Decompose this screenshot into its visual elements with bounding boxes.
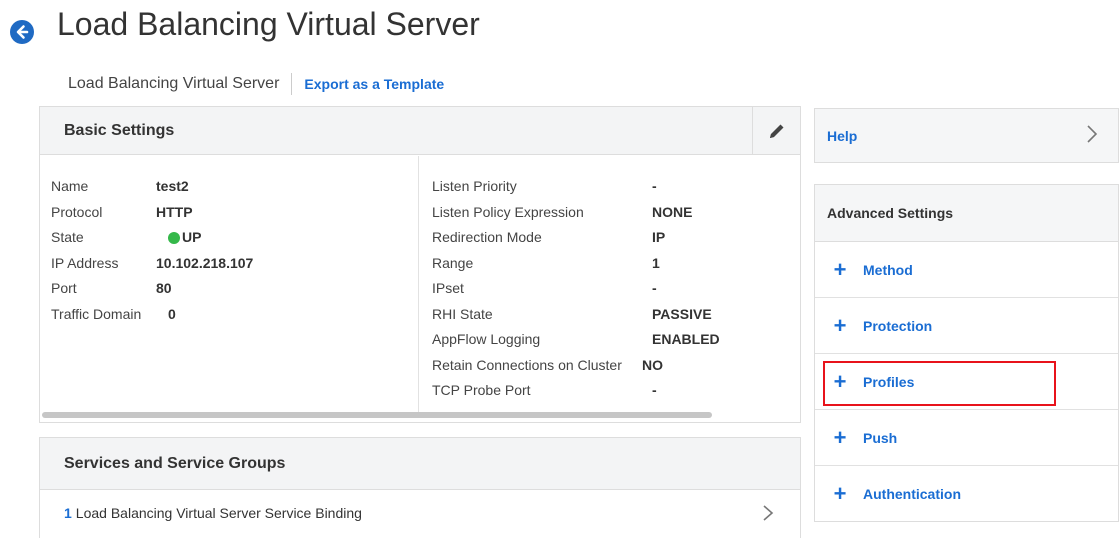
advanced-item-method[interactable]: + Method [815, 242, 1118, 298]
state-value: UP [168, 225, 201, 251]
plus-icon: + [833, 481, 847, 506]
advanced-item-label: Authentication [863, 486, 961, 502]
field-row: Retain Connections on Cluster NO [432, 353, 720, 379]
basic-settings-left: Name test2 Protocol HTTP State UP IP Addres… [51, 174, 253, 327]
field-label: Retain Connections on Cluster [432, 356, 622, 373]
advanced-item-profiles[interactable]: + Profiles [815, 354, 1118, 410]
field-value: IP [652, 229, 666, 245]
field-label: Port [51, 280, 77, 296]
field-value: ENABLED [652, 331, 720, 347]
field-row: Listen Policy Expression NONE [432, 200, 720, 226]
advanced-settings-header: Advanced Settings [815, 185, 1118, 242]
basic-settings-header: Basic Settings [40, 107, 800, 155]
field-label: Traffic Domain [51, 305, 142, 322]
horizontal-scrollbar[interactable] [42, 412, 712, 418]
advanced-settings-title: Advanced Settings [827, 205, 954, 221]
field-label: Name [51, 178, 89, 194]
binding-label: Load Balancing Virtual Server Service Bi… [75, 505, 362, 521]
state-text: UP [182, 229, 202, 245]
field-value: 80 [156, 280, 172, 296]
field-value: test2 [156, 178, 189, 194]
field-label: Range [432, 254, 474, 271]
field-value: - [652, 280, 657, 296]
column-divider [418, 156, 419, 413]
field-row: Redirection Mode IP [432, 225, 720, 251]
export-template-link[interactable]: Export as a Template [304, 76, 444, 92]
back-arrow-icon[interactable] [10, 20, 34, 44]
plus-icon: + [833, 424, 847, 450]
services-header: Services and Service Groups [40, 438, 800, 490]
advanced-item-authentication[interactable]: + Authentication [815, 466, 1118, 522]
field-value: NO [642, 356, 663, 373]
advanced-item-protection[interactable]: + Protection [815, 298, 1118, 354]
field-row: RHI State PASSIVE [432, 302, 720, 328]
field-label: Redirection Mode [432, 229, 542, 245]
field-row: Range 1 [432, 251, 720, 277]
field-row: State UP [51, 225, 253, 251]
chevron-right-icon [1087, 125, 1098, 143]
binding-count[interactable]: 1 [64, 505, 72, 521]
services-panel: Services and Service Groups 1 Load Balan… [39, 437, 801, 538]
advanced-item-label: Push [863, 429, 898, 446]
field-value: - [652, 382, 657, 398]
field-value: 10.102.218.107 [156, 254, 254, 271]
advanced-item-push[interactable]: + Push [815, 410, 1118, 466]
chevron-right-icon [763, 505, 774, 521]
field-value: NONE [652, 203, 693, 220]
field-value: HTTP [156, 203, 193, 220]
field-row: Protocol HTTP [51, 200, 253, 226]
advanced-settings-panel: Advanced Settings + Method + Protection … [814, 184, 1119, 522]
basic-settings-panel: Basic Settings Name test2 Protocol HTTP St… [39, 106, 801, 423]
help-label: Help [827, 127, 858, 144]
breadcrumb-current: Load Balancing Virtual Server [68, 75, 280, 92]
pencil-icon [769, 124, 783, 138]
field-label: Listen Priority [432, 178, 517, 194]
field-label: Listen Policy Expression [432, 203, 584, 220]
basic-settings-title: Basic Settings [64, 121, 175, 139]
field-row: Name test2 [51, 174, 253, 200]
field-label: AppFlow Logging [432, 331, 541, 347]
field-row: IP Address 10.102.218.107 [51, 251, 253, 277]
breadcrumb-separator [291, 73, 293, 95]
plus-icon: + [833, 312, 847, 338]
field-value: PASSIVE [652, 305, 712, 322]
page-title: Load Balancing Virtual Server [57, 6, 480, 42]
services-title: Services and Service Groups [64, 454, 286, 472]
basic-settings-right: Listen Priority - Listen Policy Expressio… [432, 174, 720, 404]
field-label: State [51, 229, 84, 245]
plus-icon: + [833, 256, 847, 282]
field-row: AppFlow Logging ENABLED [432, 327, 720, 353]
field-row: Listen Priority - [432, 174, 720, 200]
field-row: Traffic Domain 0 [51, 302, 253, 328]
help-panel[interactable]: Help [814, 108, 1119, 163]
advanced-item-label: Profiles [863, 373, 915, 390]
plus-icon: + [833, 368, 847, 394]
field-row: IPset - [432, 276, 720, 302]
field-value: - [652, 178, 657, 194]
advanced-item-label: Protection [863, 317, 933, 334]
field-label: IP Address [51, 254, 119, 271]
field-label: IPset [432, 280, 464, 296]
status-dot-icon [168, 231, 180, 244]
field-label: RHI State [432, 305, 493, 322]
field-label: Protocol [51, 203, 103, 220]
advanced-item-label: Method [863, 261, 913, 278]
field-row: TCP Probe Port - [432, 378, 720, 404]
breadcrumb: Load Balancing Virtual Server Export as … [68, 72, 444, 96]
field-value: 0 [168, 305, 176, 322]
edit-button[interactable] [752, 107, 800, 155]
field-value: 1 [652, 254, 660, 271]
field-label: TCP Probe Port [432, 382, 531, 398]
field-row: Port 80 [51, 276, 253, 302]
service-binding-row[interactable]: 1 Load Balancing Virtual Server Service … [40, 490, 800, 536]
